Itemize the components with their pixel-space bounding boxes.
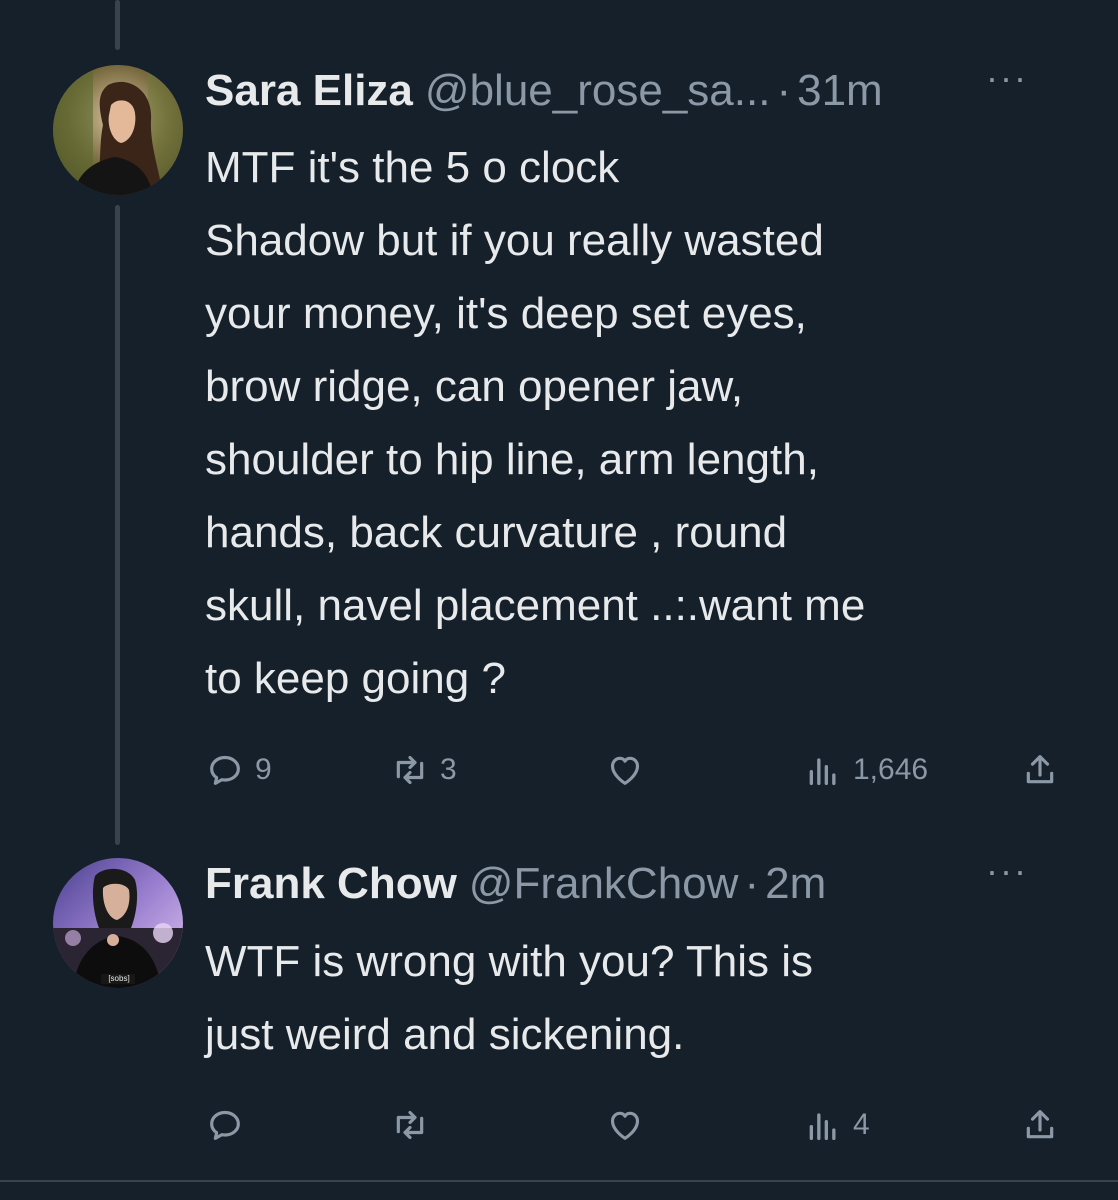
- tweet-frank-chow[interactable]: [sobs] Frank Chow @FrankChow · 2m ··· WT…: [0, 830, 1118, 1180]
- action-bar: 4: [205, 1100, 1075, 1150]
- tweet-header: Frank Chow @FrankChow · 2m ···: [205, 850, 1078, 912]
- tweet-line: your money, it's deep set eyes,: [205, 289, 807, 338]
- retweet-icon: [396, 755, 424, 785]
- tweet-line: to keep going ?: [205, 654, 506, 703]
- more-options-icon[interactable]: ···: [986, 850, 1028, 892]
- views-count: 1,646: [853, 753, 929, 786]
- reply-button[interactable]: [205, 1100, 255, 1150]
- views-button[interactable]: 4: [803, 1100, 870, 1150]
- reply-button[interactable]: 9: [205, 745, 272, 795]
- share-button[interactable]: [1020, 745, 1070, 795]
- tweet-line: MTF it's the 5 o clock: [205, 143, 620, 192]
- views-count: 4: [853, 1108, 870, 1141]
- avatar[interactable]: [53, 65, 183, 195]
- retweet-icon: [396, 1110, 424, 1140]
- separator-dot: ·: [744, 859, 760, 908]
- tweet-line: shoulder to hip line, arm length,: [205, 435, 819, 484]
- user-handle[interactable]: @blue_rose_sa...: [425, 66, 771, 116]
- heart-icon: [610, 756, 640, 785]
- reply-count: 9: [255, 753, 272, 786]
- share-icon: [1026, 1110, 1054, 1139]
- retweet-count: 3: [440, 753, 457, 786]
- tweet-line: just weird and sickening.: [205, 1010, 685, 1059]
- tweet-line: skull, navel placement ..:.want me: [205, 581, 866, 630]
- timestamp[interactable]: 2m: [765, 859, 826, 909]
- display-name[interactable]: Sara Eliza: [205, 66, 413, 116]
- tweet-line: WTF is wrong with you? This is: [205, 937, 814, 986]
- display-name[interactable]: Frank Chow: [205, 859, 457, 909]
- avatar-image: [53, 65, 183, 195]
- views-icon: [809, 1113, 836, 1140]
- user-handle[interactable]: @FrankChow: [469, 859, 739, 909]
- tweet-line: Shadow but if you really wasted: [205, 216, 824, 265]
- retweet-button[interactable]: 3: [390, 745, 457, 795]
- like-button[interactable]: [605, 1100, 655, 1150]
- divider: [0, 1180, 1118, 1182]
- separator-dot: ·: [776, 66, 792, 115]
- retweet-button[interactable]: [390, 1100, 440, 1150]
- reply-icon: [210, 755, 240, 785]
- timestamp[interactable]: 31m: [797, 66, 883, 116]
- share-button[interactable]: [1020, 1100, 1070, 1150]
- views-icon: [809, 758, 836, 785]
- share-icon: [1026, 755, 1054, 784]
- tweet-text: MTF it's the 5 o clock Shadow but if you…: [205, 131, 1065, 715]
- avatar-image: [53, 858, 183, 988]
- reply-icon: [210, 1110, 240, 1140]
- tweet-line: brow ridge, can opener jaw,: [205, 362, 744, 411]
- avatar-caption: [sobs]: [108, 974, 130, 983]
- more-options-icon[interactable]: ···: [986, 57, 1028, 99]
- tweet-text: WTF is wrong with you? This is just weir…: [205, 925, 1065, 1071]
- tweet-sara-eliza[interactable]: Sara Eliza @blue_rose_sa... · 31m ··· MT…: [0, 0, 1118, 830]
- like-button[interactable]: [605, 745, 655, 795]
- avatar[interactable]: [sobs]: [53, 858, 183, 988]
- heart-icon: [610, 1111, 640, 1140]
- tweet-line: hands, back curvature , round: [205, 508, 788, 557]
- action-bar: 9 3 1,646: [205, 745, 1075, 795]
- tweet-header: Sara Eliza @blue_rose_sa... · 31m ···: [205, 57, 1078, 119]
- views-button[interactable]: 1,646: [803, 745, 928, 795]
